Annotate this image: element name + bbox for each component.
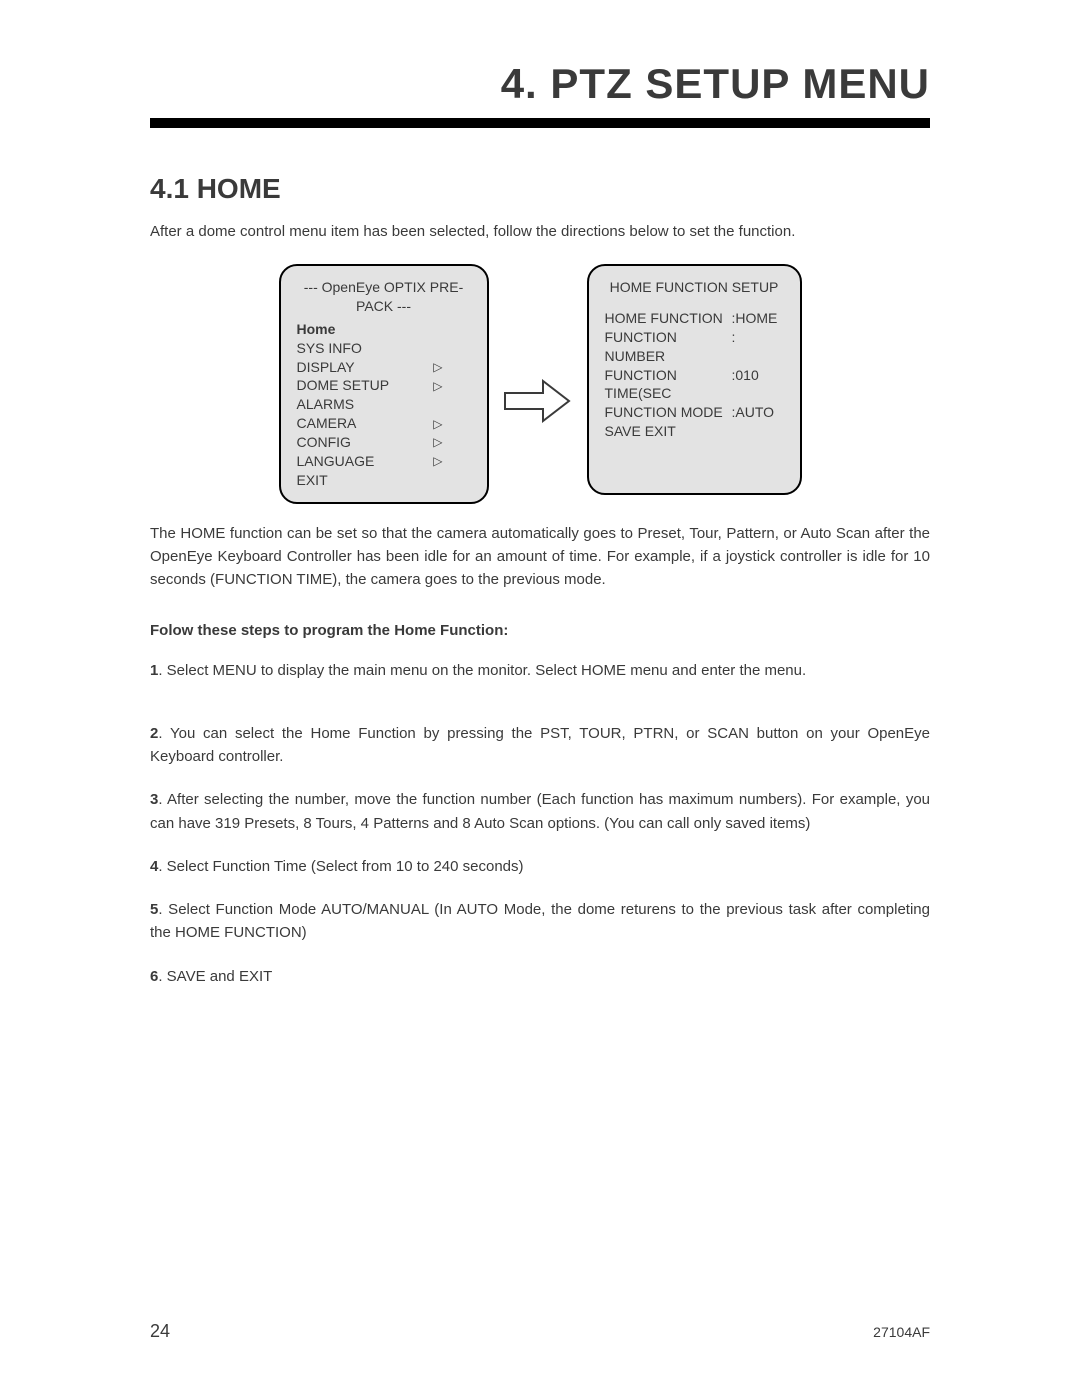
page: 4. PTZ SETUP MENU 4.1 HOME After a dome …: [0, 0, 1080, 1397]
kv-save-exit: SAVE EXIT: [605, 422, 784, 441]
menu-item-language: LANGUAGE ▷: [297, 452, 471, 471]
submenu-arrow-icon: ▷: [433, 416, 470, 432]
menu-item-label: DISPLAY: [297, 358, 355, 377]
menu-item-label: CAMERA: [297, 414, 357, 433]
menu-item-label: EXIT: [297, 471, 328, 490]
menu-item-display: DISPLAY ▷: [297, 358, 471, 377]
body-text: The HOME function can be set so that the…: [150, 522, 930, 592]
menu-item-domesetup: DOME SETUP ▷: [297, 376, 471, 395]
panel-main-title: --- OpenEye OPTIX PRE-PACK ---: [297, 278, 471, 316]
step-text: . Select MENU to display the main menu o…: [158, 662, 806, 679]
kv-key: HOME FUNCTION: [605, 309, 732, 328]
menu-item-label: Home: [297, 320, 336, 339]
menu-item-camera: CAMERA ▷: [297, 414, 471, 433]
kv-val: [732, 422, 784, 441]
title-rule: [150, 118, 930, 128]
panel-home-title: HOME FUNCTION SETUP: [605, 278, 784, 297]
menu-item-home: Home: [297, 320, 471, 339]
menu-item-label: ALARMS: [297, 395, 355, 414]
step-text: . After selecting the number, move the f…: [150, 791, 930, 831]
submenu-arrow-icon: ▷: [433, 378, 470, 394]
panel-main-menu: --- OpenEye OPTIX PRE-PACK --- Home SYS …: [279, 264, 489, 504]
page-number: 24: [150, 1321, 170, 1342]
step-text: . Select Function Time (Select from 10 t…: [158, 858, 523, 875]
kv-function-time: FUNCTION TIME(SEC :010: [605, 366, 784, 404]
doc-code: 27104AF: [873, 1324, 930, 1340]
step-1: 1. Select MENU to display the main menu …: [150, 659, 930, 682]
section-title: 4.1 HOME: [150, 173, 930, 205]
chapter-title: 4. PTZ SETUP MENU: [150, 60, 930, 108]
step-6: 6. SAVE and EXIT: [150, 965, 930, 988]
kv-val: :AUTO: [732, 403, 784, 422]
step-text: . SAVE and EXIT: [158, 968, 272, 985]
step-text: . You can select the Home Function by pr…: [150, 725, 930, 765]
panel-home-function: HOME FUNCTION SETUP HOME FUNCTION :HOME …: [587, 264, 802, 495]
kv-key: SAVE EXIT: [605, 422, 732, 441]
menu-item-label: LANGUAGE: [297, 452, 375, 471]
menu-item-label: SYS INFO: [297, 339, 362, 358]
step-2: 2. You can select the Home Function by p…: [150, 722, 930, 769]
menu-item-label: CONFIG: [297, 433, 351, 452]
kv-val: :: [732, 328, 784, 366]
menu-item-label: DOME SETUP: [297, 376, 390, 395]
menu-item-exit: EXIT: [297, 471, 471, 490]
steps-heading: Folow these steps to program the Home Fu…: [150, 622, 930, 639]
kv-val: :010: [732, 366, 784, 404]
submenu-arrow-icon: ▷: [433, 359, 470, 375]
kv-val: :HOME: [732, 309, 784, 328]
menu-item-config: CONFIG ▷: [297, 433, 471, 452]
menu-item-alarms: ALARMS: [297, 395, 471, 414]
kv-home-function: HOME FUNCTION :HOME: [605, 309, 784, 328]
kv-function-number: FUNCTION NUMBER :: [605, 328, 784, 366]
kv-key: FUNCTION TIME(SEC: [605, 366, 732, 404]
page-footer: 24 27104AF: [150, 1321, 930, 1342]
kv-function-mode: FUNCTION MODE :AUTO: [605, 403, 784, 422]
kv-key: FUNCTION NUMBER: [605, 328, 732, 366]
menu-item-sysinfo: SYS INFO: [297, 339, 471, 358]
transition-arrow-icon: [503, 379, 573, 423]
step-3: 3. After selecting the number, move the …: [150, 788, 930, 835]
submenu-arrow-icon: ▷: [433, 453, 470, 469]
step-5: 5. Select Function Mode AUTO/MANUAL (In …: [150, 898, 930, 945]
step-4: 4. Select Function Time (Select from 10 …: [150, 855, 930, 878]
kv-key: FUNCTION MODE: [605, 403, 732, 422]
submenu-arrow-icon: ▷: [433, 434, 470, 450]
step-text: . Select Function Mode AUTO/MANUAL (In A…: [150, 901, 930, 941]
menu-panels: --- OpenEye OPTIX PRE-PACK --- Home SYS …: [150, 264, 930, 504]
intro-text: After a dome control menu item has been …: [150, 223, 930, 240]
